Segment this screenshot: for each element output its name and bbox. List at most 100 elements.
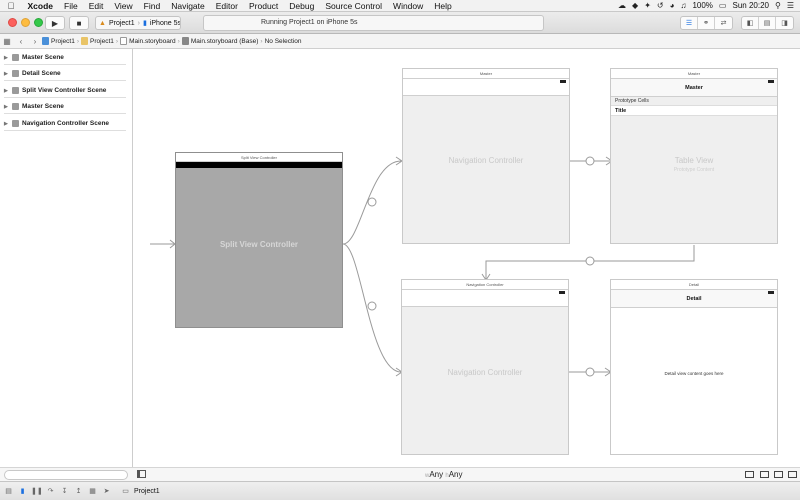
menu-debug[interactable]: Debug	[284, 1, 320, 11]
size-class-control[interactable]: wAny hAny	[425, 470, 463, 479]
wifi-icon[interactable]: ◕	[670, 1, 675, 10]
split-view-controller-scene[interactable]: Split View Controller Split View Control…	[175, 152, 343, 328]
hide-debug-area-icon[interactable]: ▤	[3, 487, 14, 496]
menu-help[interactable]: Help	[429, 1, 457, 11]
cloud-sync-icon[interactable]: ☁	[618, 1, 626, 10]
target-icon: ▭	[122, 487, 129, 495]
breadcrumb-group[interactable]: Project1	[81, 37, 114, 45]
debug-area-toggle-icon[interactable]: ▤	[759, 17, 776, 29]
relationship-segue-icon	[367, 301, 377, 311]
step-in-icon[interactable]: ↧	[59, 487, 70, 496]
outline-master-scene[interactable]: ▶ Master Scene	[4, 51, 126, 65]
menu-find[interactable]: Find	[138, 1, 166, 11]
notification-center-icon[interactable]: ☰	[787, 1, 794, 10]
menu-view[interactable]: View	[109, 1, 138, 11]
storyboard-base-icon	[181, 37, 189, 45]
twitter-icon[interactable]: ✦	[644, 1, 651, 10]
scene-dock[interactable]: Master	[611, 69, 777, 79]
master-navigation-controller-scene[interactable]: Master Navigation Controller	[402, 68, 570, 244]
scene-label: Navigation Controller Scene	[22, 120, 110, 127]
canvas-footer: wAny hAny	[133, 467, 800, 481]
outline-detail-scene[interactable]: ▶ Detail Scene	[4, 67, 126, 81]
apple-menu-icon[interactable]: 	[0, 1, 22, 11]
view-debugger-icon[interactable]: ▦	[87, 487, 98, 496]
minimize-window-button[interactable]	[21, 18, 30, 27]
utilities-toggle-icon[interactable]: ◨	[776, 17, 793, 29]
time-machine-icon[interactable]: ↺	[657, 1, 664, 10]
disclosure-triangle-icon[interactable]: ▶	[4, 55, 9, 61]
navigator-toggle-icon[interactable]: ◧	[742, 17, 759, 29]
scene-label: Master Scene	[22, 54, 64, 61]
disclosure-triangle-icon[interactable]: ▶	[4, 104, 9, 110]
assistant-editor-icon[interactable]: ⚭	[698, 17, 715, 29]
battery-percent[interactable]: 100%	[692, 1, 712, 10]
pause-icon[interactable]: ❚❚	[31, 487, 43, 496]
scene-dock[interactable]: Split View Controller	[176, 153, 342, 162]
forward-arrow-icon[interactable]: ›	[28, 37, 42, 46]
detail-navigation-controller-scene[interactable]: Navigation Controller Navigation Control…	[401, 279, 569, 455]
scene-icon	[12, 70, 19, 77]
version-editor-icon[interactable]: ⇄	[715, 17, 732, 29]
navigation-controller-label: Navigation Controller	[447, 368, 523, 377]
menu-source-control[interactable]: Source Control	[320, 1, 388, 11]
prototype-content-label: Prototype Content	[673, 167, 715, 173]
step-out-icon[interactable]: ↥	[73, 487, 84, 496]
scene-dock[interactable]: Navigation Controller	[402, 280, 568, 290]
master-table-view-scene[interactable]: Master Master Prototype Cells Title Tabl…	[610, 68, 778, 244]
outline-filter-field[interactable]	[4, 470, 128, 480]
cell-title-label: Title	[615, 108, 627, 114]
play-icon: ▶	[51, 18, 59, 28]
scene-icon	[12, 54, 19, 61]
relationship-segue-icon	[585, 156, 595, 166]
outline-master-scene-2[interactable]: ▶ Master Scene	[4, 100, 126, 114]
relationship-segue-icon	[585, 367, 595, 377]
stop-button[interactable]: ■	[69, 16, 89, 30]
pin-icon[interactable]	[760, 471, 769, 478]
hide-outline-icon[interactable]	[137, 470, 146, 478]
detail-scene[interactable]: Detail Detail Detail view content goes h…	[610, 279, 778, 455]
storyboard-canvas[interactable]: Split View Controller Split View Control…	[133, 49, 800, 467]
step-over-icon[interactable]: ↷	[45, 487, 56, 496]
scene-label: Master Scene	[22, 103, 64, 110]
related-items-icon[interactable]: ▦	[0, 37, 14, 46]
resolve-issues-icon[interactable]	[774, 471, 783, 478]
breadcrumb-project[interactable]: Project1	[42, 37, 75, 45]
breadcrumb-selection[interactable]: No Selection	[265, 38, 302, 45]
volume-icon[interactable]: ♫	[680, 1, 686, 10]
menu-navigate[interactable]: Navigate	[166, 1, 211, 11]
menu-editor[interactable]: Editor	[210, 1, 243, 11]
view-toggle-control: ◧ ▤ ◨	[741, 16, 794, 30]
debug-target-label[interactable]: Project1	[134, 488, 160, 495]
prototype-cell[interactable]: Title	[611, 105, 777, 116]
menu-file[interactable]: File	[59, 1, 84, 11]
battery-icon[interactable]: ▭	[719, 1, 727, 10]
breadcrumb-storyboard[interactable]: Main.storyboard	[120, 37, 176, 45]
dropbox-icon[interactable]: ◆	[632, 1, 638, 10]
scene-dock[interactable]: Detail	[611, 280, 777, 290]
menu-product[interactable]: Product	[243, 1, 283, 11]
scene-dock[interactable]: Master	[403, 69, 569, 79]
menu-window[interactable]: Window	[388, 1, 429, 11]
document-outline: ▶ Master Scene ▶ Detail Scene ▶ Split Vi…	[0, 49, 133, 467]
clock[interactable]: Sun 20:20	[732, 1, 768, 10]
breakpoints-icon[interactable]: ▮	[17, 487, 28, 496]
resizing-behavior-icon[interactable]	[788, 471, 797, 478]
chevron-right-icon: ›	[137, 19, 140, 27]
simulate-location-icon[interactable]: ➤	[101, 487, 112, 496]
outline-navigation-scene[interactable]: ▶ Navigation Controller Scene	[4, 117, 126, 131]
menu-edit[interactable]: Edit	[83, 1, 109, 11]
disclosure-triangle-icon[interactable]: ▶	[4, 121, 9, 127]
align-icon[interactable]	[745, 471, 754, 478]
scheme-selector[interactable]: ▲ Project1 › ▮ iPhone 5s	[95, 16, 181, 30]
spotlight-icon[interactable]: ⚲	[775, 1, 781, 10]
breadcrumb-base[interactable]: Main.storyboard (Base)	[181, 37, 258, 45]
run-button[interactable]: ▶	[45, 16, 65, 30]
outline-split-view-scene[interactable]: ▶ Split View Controller Scene	[4, 84, 126, 98]
standard-editor-icon[interactable]: ☰	[681, 17, 698, 29]
zoom-window-button[interactable]	[34, 18, 43, 27]
close-window-button[interactable]	[8, 18, 17, 27]
disclosure-triangle-icon[interactable]: ▶	[4, 71, 9, 77]
back-arrow-icon[interactable]: ‹	[14, 37, 28, 46]
menu-xcode[interactable]: Xcode	[22, 1, 59, 11]
disclosure-triangle-icon[interactable]: ▶	[4, 88, 9, 94]
